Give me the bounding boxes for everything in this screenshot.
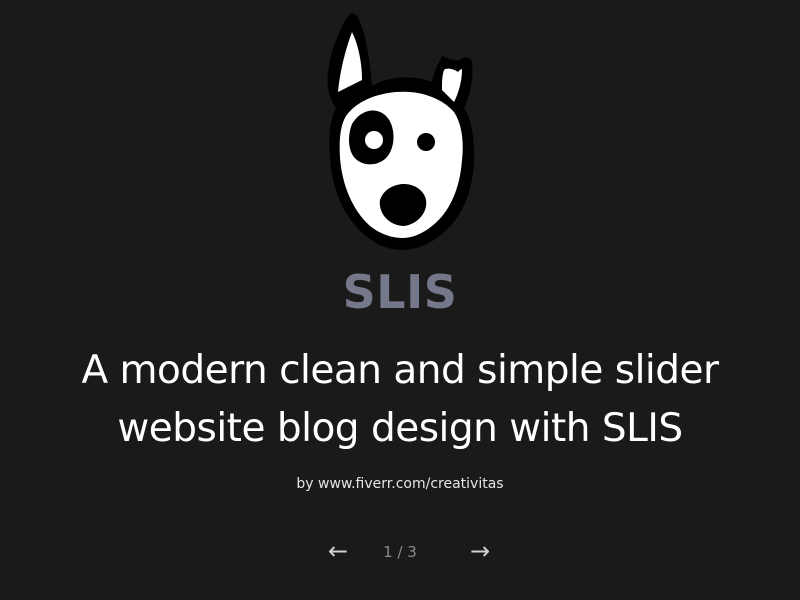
next-arrow-icon[interactable]: → <box>460 536 500 566</box>
slide: SLIS A modern clean and simple slider we… <box>0 0 800 600</box>
brand-name: SLIS <box>342 265 458 319</box>
slide-counter: 1 / 3 <box>383 543 417 561</box>
dog-head-icon <box>327 13 474 250</box>
slide-headline: A modern clean and simple slider website… <box>81 348 719 451</box>
prev-arrow-icon[interactable]: ← <box>318 536 358 566</box>
slide-byline[interactable]: by www.fiverr.com/creativitas <box>0 474 800 494</box>
slider-pager: ← 1 / 3 → <box>0 536 800 566</box>
